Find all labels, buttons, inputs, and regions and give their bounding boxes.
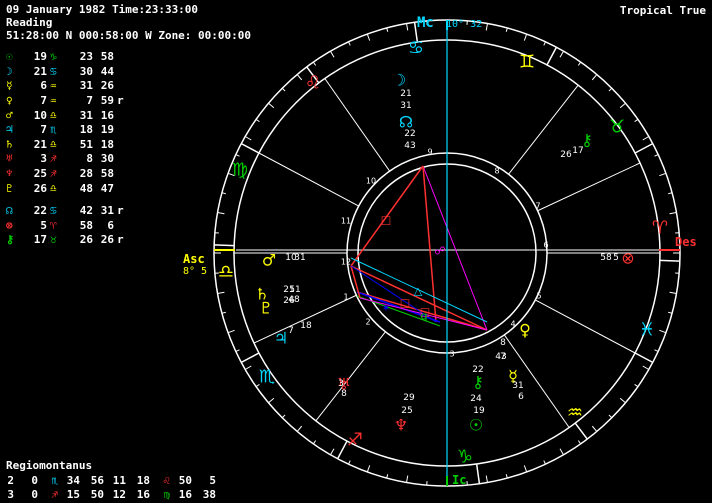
house-number: 8 [494, 167, 499, 176]
house-number: 9 [427, 148, 432, 157]
aspect-symbol: □ [381, 214, 391, 227]
house-number: 4 [510, 320, 515, 329]
house-number: 7 [535, 202, 540, 211]
house-number: 2 [365, 318, 370, 327]
house-number: 12 [341, 258, 351, 267]
zodiac-sign-icon: ♉ [609, 117, 625, 138]
zodiac-sign-icon: ♐ [347, 430, 363, 451]
placement-degree-label: 8 [341, 389, 347, 399]
placement-degree-label: 31 [512, 381, 523, 391]
aspect-symbol: ☍ [434, 245, 445, 258]
placement-degree-label: 29 [403, 393, 415, 403]
aspect-line [422, 165, 488, 331]
house-number: 3 [449, 350, 454, 359]
mc-label: Mc [417, 15, 434, 31]
planet-placement-icon: ♄ [255, 285, 269, 304]
zodiac-sign-icon: ♍ [232, 160, 248, 181]
placement-degree-label: 21 [400, 89, 411, 99]
placement-degree-label: 3 [338, 379, 344, 389]
planet-placement-icon: ♆ [394, 416, 408, 435]
house-number: 1 [343, 293, 348, 302]
placement-degree-label: 7 [288, 326, 294, 336]
placement-degree-label: 19 [473, 406, 485, 416]
placement-degree-label: 17 [572, 146, 583, 156]
aspect-symbol: △ [414, 285, 423, 298]
aspect-symbol: □ [400, 297, 410, 310]
placement-degree-label: 25 [401, 406, 412, 416]
placement-degree-label: 18 [300, 321, 312, 331]
placement-degree-label: 31 [294, 253, 305, 263]
house-number: 11 [341, 217, 351, 226]
placement-degree-label: 24 [470, 394, 482, 404]
zodiac-sign-icon: ♌ [305, 73, 321, 94]
planet-placement-icon: ♂ [262, 251, 276, 270]
asc-value: 8° 5 [183, 266, 207, 277]
placement-degree-label: 26 [560, 150, 572, 160]
zodiac-sign-icon: ♓ [639, 320, 655, 341]
house-number: 10 [366, 177, 376, 186]
placement-degree-label: 51 [289, 285, 300, 295]
placement-degree-label: 8 [500, 338, 506, 348]
planet-placement-icon: ☉ [469, 416, 483, 435]
placement-degree-label: 5 [613, 253, 619, 263]
aspect-symbol: ✶ [381, 302, 390, 315]
placement-degree-label: 6 [518, 392, 524, 402]
placement-degree-label: 58 [600, 253, 612, 263]
ic-label: Ic [452, 473, 466, 487]
zodiac-sign-icon: ♒ [567, 403, 583, 424]
chart-wheel: □△□□☍✶q ♋♊♉♈♓♒♑♐♏♎♍♌ 123456789101112 ☽21… [183, 15, 697, 487]
planet-placement-icon: ♃ [274, 329, 288, 348]
placement-degree-label: 43 [404, 141, 415, 151]
des-label: Des [675, 235, 697, 249]
zodiac-sign-icon: ♋ [408, 38, 424, 59]
zodiac-sign-icon: ♏ [259, 367, 275, 388]
house-number: 6 [543, 241, 548, 250]
placement-degree-label: 31 [400, 101, 411, 111]
planet-placement-icon: ☽ [392, 71, 406, 90]
placement-degree-label: 48 [288, 295, 300, 305]
zodiac-sign-icon: ♎ [218, 262, 234, 283]
house-number: 5 [536, 292, 541, 301]
mc-value: 10° 32 [446, 19, 482, 30]
placement-degree-label: 7 [500, 352, 506, 362]
placement-degree-label: 22 [472, 365, 483, 375]
planet-placement-icon: ⚷ [472, 373, 484, 392]
asc-label: Asc [183, 252, 205, 266]
placement-degree-label: 22 [404, 129, 415, 139]
zodiac-sign-icon: ♑ [457, 447, 473, 468]
zodiac-sign-icon: ♈ [652, 218, 668, 239]
aspect-symbol: q [421, 310, 428, 323]
zodiac-sign-icon: ♊ [519, 52, 535, 73]
planet-placement-icon: ⊗ [621, 249, 634, 268]
planet-placement-icon: ♀ [519, 321, 531, 340]
